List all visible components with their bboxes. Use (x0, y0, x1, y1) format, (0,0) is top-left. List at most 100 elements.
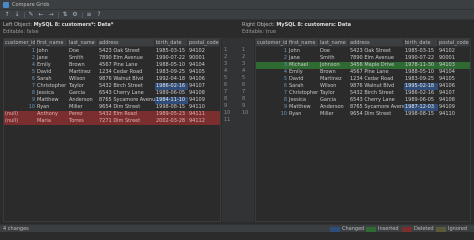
grid-cell[interactable]: 8765 Sycamore Avenue (98, 97, 155, 104)
column-header-postal-code[interactable]: postal_code (438, 39, 470, 47)
grid-cell[interactable]: 3 (256, 62, 288, 69)
column-header-address[interactable]: address (349, 39, 404, 47)
grid-cell[interactable]: 1978-11-30 (404, 62, 438, 69)
grid-cell[interactable]: 94107 (188, 83, 220, 90)
grid-cell[interactable]: 94104 (438, 69, 470, 76)
grid-cell[interactable]: 7890 Elm Avenue (98, 55, 155, 62)
grid-cell[interactable]: 1990-07-22 (155, 55, 188, 62)
next-diff-icon[interactable]: ↓ (13, 11, 21, 19)
settings-icon[interactable]: ⚙ (71, 11, 79, 19)
grid-cell[interactable]: 94110 (188, 104, 220, 111)
grid-cell[interactable]: 1234 Cedar Road (98, 69, 155, 76)
table-row[interactable]: 9 Matthew Anderson 8765 Sycamore Avenue 1987… (256, 104, 470, 111)
grid-cell[interactable]: Anderson (319, 104, 349, 111)
grid-cell[interactable]: 7 (256, 90, 288, 97)
grid-cell[interactable]: 1986-02-16 (404, 90, 438, 97)
column-header-customer-id[interactable]: customer_id (4, 39, 36, 47)
grid-cell[interactable]: 9654 Dim Street (98, 104, 155, 111)
grid-cell[interactable]: 94102 (438, 48, 470, 55)
grid-cell[interactable]: 10 (256, 111, 288, 118)
grid-cell[interactable]: 90001 (188, 55, 220, 62)
grid-cell[interactable]: 1992-04-18 (155, 76, 188, 83)
grid-cell[interactable]: 9 (4, 97, 36, 104)
grid-cell[interactable]: Jane (288, 55, 319, 62)
grid-cell[interactable]: Jessica (288, 97, 319, 104)
grid-cell[interactable]: 94105 (438, 76, 470, 83)
grid-cell[interactable]: 1998-08-15 (404, 111, 438, 118)
grid-cell[interactable]: Brown (68, 62, 98, 69)
grid-cell[interactable]: Miller (68, 104, 98, 111)
grid-cell[interactable]: 6 (4, 76, 36, 83)
grid-cell[interactable]: 5423 Oak Street (98, 48, 155, 55)
grid-cell[interactable]: 94106 (188, 76, 220, 83)
help-icon[interactable]: ? (95, 11, 103, 19)
table-row[interactable]: 8 Jessica Garcia 6543 Cherry Lane 1989-06-05… (4, 90, 220, 97)
grid-cell[interactable]: 1986-02-16 (155, 83, 188, 90)
grid-cell[interactable]: 1983-09-25 (404, 76, 438, 83)
grid-cell[interactable]: Michael (288, 62, 319, 69)
filter-icon[interactable]: ≡ (85, 11, 93, 19)
table-row[interactable]: 7 Christopher Taylor 5432 Birch Street 1986-… (256, 90, 470, 97)
grid-cell[interactable]: Garcia (68, 90, 98, 97)
grid-cell[interactable]: 7890 Elm Avenue (349, 55, 404, 62)
grid-cell[interactable]: Maria (36, 118, 68, 125)
grid-cell[interactable]: 1 (4, 48, 36, 55)
grid-cell[interactable]: 1995-02-18 (404, 83, 438, 90)
table-row[interactable]: 1 John Doe 5423 Oak Street 1985-03-15 94102 (4, 48, 220, 55)
grid-cell[interactable]: 1988-05-10 (155, 62, 188, 69)
right-data-grid[interactable]: customer_id first_name last_name address bir… (255, 38, 471, 222)
grid-cell[interactable]: Emily (288, 69, 319, 76)
table-row[interactable]: 5 David Martinez 1234 Cedar Road 1983-09-25 9… (4, 69, 220, 76)
grid-cell[interactable]: David (36, 69, 68, 76)
left-data-grid[interactable]: customer_id first_name last_name address bir… (3, 38, 221, 222)
grid-cell[interactable]: 5423 Oak Street (349, 48, 404, 55)
back-icon[interactable]: ← (37, 11, 45, 19)
grid-cell[interactable]: 94105 (188, 69, 220, 76)
grid-cell[interactable]: 5 (4, 69, 36, 76)
column-header-address[interactable]: address (98, 39, 155, 47)
grid-cell[interactable]: Matthew (36, 97, 68, 104)
forward-icon[interactable]: → (47, 11, 55, 19)
grid-cell[interactable]: Jessica (36, 90, 68, 97)
grid-cell[interactable]: John (36, 48, 68, 55)
grid-cell[interactable]: 4 (256, 69, 288, 76)
grid-cell[interactable]: 1985-03-15 (155, 48, 188, 55)
grid-cell[interactable]: Christopher (288, 90, 319, 97)
grid-cell[interactable]: Ryan (288, 111, 319, 118)
grid-cell[interactable]: 8 (4, 90, 36, 97)
table-row[interactable]: 2 Jane Smith 7890 Elm Avenue 1990-07-22 90001 (4, 55, 220, 62)
grid-cell[interactable]: 2002-03-28 (155, 118, 188, 125)
grid-cell[interactable]: Doe (319, 48, 349, 55)
grid-cell[interactable]: Wilson (319, 83, 349, 90)
grid-cell[interactable]: 4567 Pine Lane (98, 62, 155, 69)
grid-cell[interactable]: 94111 (188, 111, 220, 118)
grid-cell[interactable]: 90001 (438, 55, 470, 62)
table-row[interactable]: 10 Ryan Miller 9654 Dim Street 1998-08-15 941… (4, 104, 220, 111)
grid-cell[interactable]: 1998-08-15 (155, 104, 188, 111)
grid-cell[interactable]: Anderson (68, 97, 98, 104)
table-row[interactable]: 9 Matthew Anderson 8765 Sycamore Avenue 1984… (4, 97, 220, 104)
grid-cell[interactable]: 94112 (188, 118, 220, 125)
table-row[interactable]: 6 Sarah Wilson 9876 Walnut Blvd 1995-02-18 94… (256, 83, 470, 90)
grid-cell[interactable]: Ryan (36, 104, 68, 111)
grid-cell[interactable]: Matthew (288, 104, 319, 111)
grid-cell[interactable]: 94103 (438, 62, 470, 69)
grid-cell[interactable]: 1 (256, 48, 288, 55)
grid-cell[interactable]: 94109 (438, 104, 470, 111)
grid-cell[interactable]: Taylor (68, 83, 98, 90)
grid-cell[interactable]: Doe (68, 48, 98, 55)
column-header-last-name[interactable]: last_name (68, 39, 98, 47)
column-header-first-name[interactable]: first_name (288, 39, 319, 47)
edit-icon[interactable]: ✎ (27, 11, 35, 19)
grid-cell[interactable]: Sarah (288, 83, 319, 90)
sync-scroll-icon[interactable]: ⇅ (61, 11, 69, 19)
grid-cell[interactable]: 4 (4, 62, 36, 69)
column-header-birth-date[interactable]: birth_date (404, 39, 438, 47)
table-row[interactable]: 4 Emily Brown 4567 Pine Lane 1988-05-10 94104 (4, 62, 220, 69)
table-row[interactable]: 10 Ryan Miller 9654 Dim Street 1998-08-15 941… (256, 111, 470, 118)
grid-cell[interactable]: 94104 (188, 62, 220, 69)
grid-cell[interactable]: 1987-12-03 (404, 104, 438, 111)
grid-cell[interactable]: 9654 Dim Street (349, 111, 404, 118)
grid-cell[interactable]: 94102 (188, 48, 220, 55)
grid-cell[interactable]: (null) (4, 118, 36, 125)
